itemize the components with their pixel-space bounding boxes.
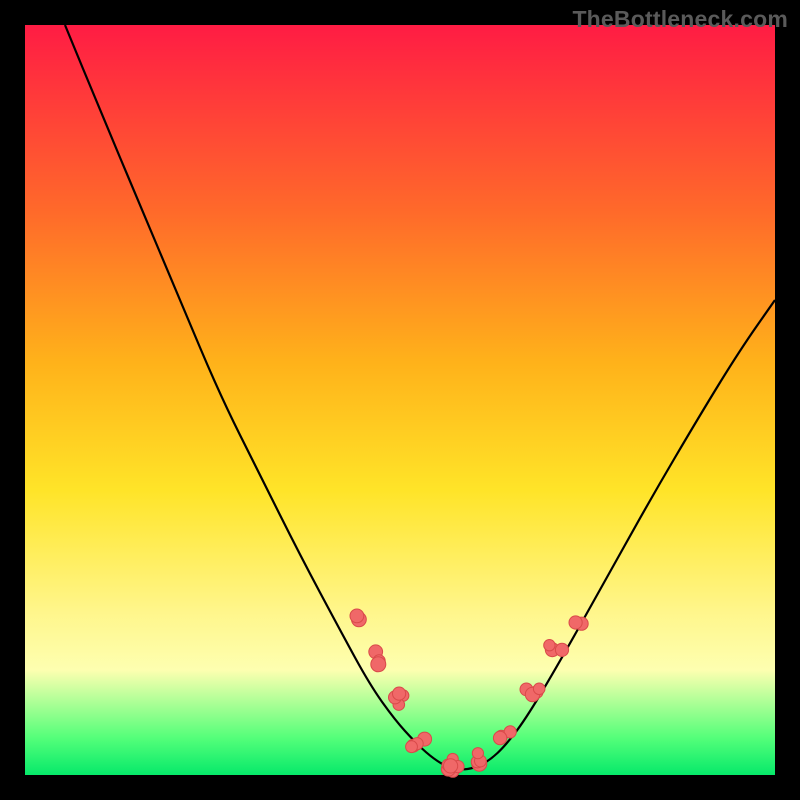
marker-dot (533, 683, 545, 695)
marker-dot (569, 616, 582, 629)
marker-dot (444, 759, 458, 773)
marker-dot (544, 640, 555, 651)
marker-dot (472, 748, 483, 759)
bottleneck-curve (65, 25, 775, 769)
marker-group (350, 609, 588, 777)
marker-dot (555, 643, 568, 656)
marker-dot (406, 741, 418, 753)
marker-dot (493, 731, 506, 744)
marker-dot (393, 687, 406, 700)
marker-dot (350, 609, 364, 623)
marker-dot (371, 657, 386, 672)
chart-overlay (0, 0, 800, 800)
